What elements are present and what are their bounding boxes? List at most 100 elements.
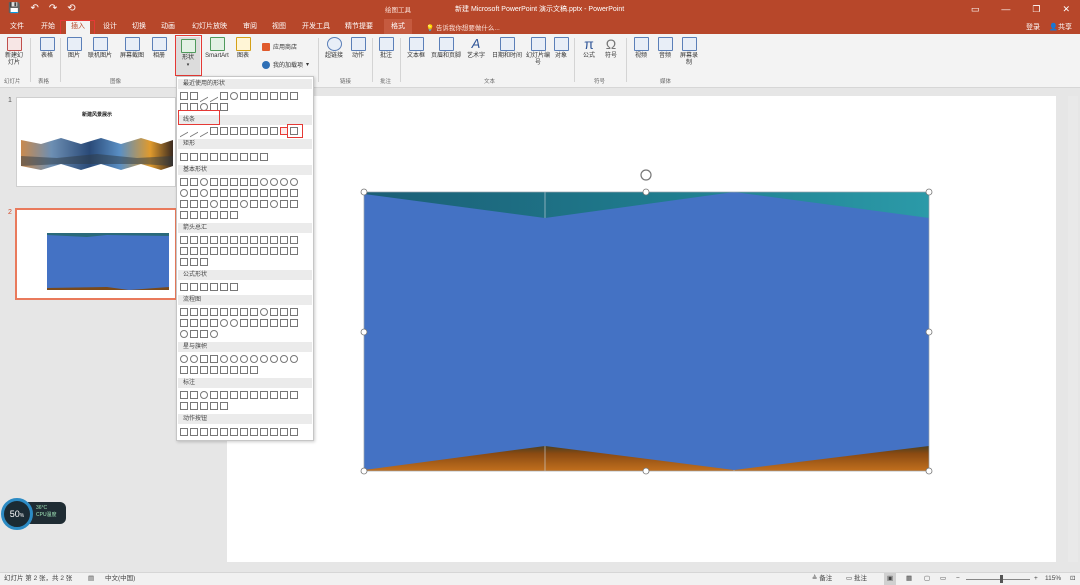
close-icon[interactable]: ✕ [1062, 2, 1070, 16]
slide-thumbnail-1[interactable]: 新建风景展示 [16, 97, 176, 187]
arrow-line-icon[interactable] [190, 124, 198, 138]
elbow-arrow-icon[interactable] [220, 127, 228, 135]
new-slide-button[interactable]: 新建幻灯片 [4, 37, 24, 67]
zoom-level[interactable]: 115% [1045, 573, 1061, 585]
comment-button[interactable]: 批注 [378, 37, 394, 60]
rectangle-shape-icon[interactable] [200, 153, 208, 161]
elbow-connector-icon[interactable] [210, 127, 218, 135]
slide-sorter-icon[interactable]: ▦ [906, 573, 912, 585]
rectangle-shape-icon[interactable] [190, 153, 198, 161]
login-link[interactable]: 登录 [1026, 22, 1040, 32]
double-arrow-line-icon[interactable] [200, 124, 208, 138]
hyperlink-button[interactable]: 超链接 [322, 37, 346, 60]
curved-arrow-icon[interactable] [250, 127, 258, 135]
object-button[interactable]: 对象 [552, 37, 570, 60]
tab-slideshow[interactable]: 幻灯片放映 [192, 21, 227, 32]
connector-shape-icon[interactable] [270, 92, 278, 100]
connector-shape-icon[interactable] [260, 92, 268, 100]
screen-recording-button[interactable]: 屏幕录制 [678, 37, 700, 67]
language-status[interactable]: 中文(中国) [105, 573, 135, 585]
selected-shape-group[interactable] [227, 96, 1056, 562]
spellcheck-icon[interactable]: ▤ [88, 573, 94, 585]
rectangle-shape-icon[interactable] [260, 153, 268, 161]
ribbon-display-icon[interactable]: ▭ [971, 2, 980, 16]
triangle-shape-icon[interactable] [250, 92, 258, 100]
tab-animations[interactable]: 动画 [161, 21, 175, 32]
save-icon[interactable]: 💾 [8, 2, 20, 16]
slide-thumbnail-2[interactable] [15, 208, 177, 300]
rectangle-shape-icon[interactable] [240, 153, 248, 161]
rounded-rect-shape-icon[interactable] [240, 92, 248, 100]
bracket-shape-icon[interactable] [220, 103, 228, 111]
chart-button[interactable]: 图表 [234, 37, 252, 60]
minimize-icon[interactable]: — [1001, 2, 1010, 16]
picture-button[interactable]: 图片 [66, 37, 82, 60]
textbox-button[interactable]: 文本框 [404, 37, 428, 60]
zoom-out-icon[interactable]: − [956, 573, 960, 585]
video-button[interactable]: 视频 [632, 37, 650, 60]
tab-home[interactable]: 开始 [41, 21, 55, 32]
share-button[interactable]: 👤共享 [1049, 22, 1072, 32]
tab-review[interactable]: 审阅 [243, 21, 257, 32]
smartart-button[interactable]: SmartArt [202, 37, 232, 60]
blue-freeform-shape[interactable] [364, 192, 929, 470]
action-button[interactable]: 动作 [350, 37, 366, 60]
curved-double-arrow-icon[interactable] [260, 127, 268, 135]
slideshow-view-icon[interactable]: ▭ [940, 573, 946, 585]
comments-button[interactable]: ▭ 批注 [846, 573, 867, 585]
rectangle-shape-icon[interactable] [220, 153, 228, 161]
undo-icon[interactable]: ↶ [30, 2, 38, 16]
line-shape-icon[interactable] [180, 124, 188, 138]
line-shape-icon[interactable] [200, 89, 208, 103]
rectangle-shape-icon[interactable] [180, 153, 188, 161]
zoom-slider-thumb[interactable] [1000, 575, 1003, 583]
slide-number-button[interactable]: 幻灯片编号 [526, 37, 550, 67]
table-button[interactable]: 表格 [38, 37, 56, 60]
album-button[interactable]: 相册 [150, 37, 168, 60]
slide-canvas[interactable] [227, 96, 1056, 562]
elbow-double-arrow-icon[interactable] [230, 127, 238, 135]
tab-format[interactable]: 格式 [384, 19, 412, 34]
tab-outline[interactable]: 精节提要 [345, 21, 373, 32]
header-footer-button[interactable]: 页眉和页脚 [430, 37, 462, 60]
normal-view-icon[interactable]: ▣ [884, 573, 897, 585]
tab-developer[interactable]: 开发工具 [302, 21, 330, 32]
wordart-button[interactable]: A 艺术字 [464, 37, 488, 60]
tell-me-search[interactable]: 💡 告诉我你想要做什么... [426, 22, 500, 32]
online-picture-button[interactable]: 联机图片 [86, 37, 114, 60]
textbox-shape-icon[interactable] [190, 92, 198, 100]
rectangle-shape-icon[interactable] [250, 153, 258, 161]
vertical-scrollbar[interactable] [1068, 96, 1078, 562]
tab-file[interactable]: 文件 [10, 21, 24, 32]
arrow-shape-icon[interactable] [290, 92, 298, 100]
redo-icon[interactable]: ↷ [49, 2, 57, 16]
store-button[interactable]: 应用商店 [262, 42, 297, 51]
tab-transitions[interactable]: 切换 [132, 21, 146, 32]
fit-slide-icon[interactable]: ⊡ [1070, 573, 1075, 585]
zoom-slider[interactable] [966, 579, 1030, 580]
curved-connector-icon[interactable] [240, 127, 248, 135]
datetime-button[interactable]: 日期和时间 [490, 37, 524, 60]
curve-icon[interactable] [270, 127, 278, 135]
restore-icon[interactable]: ❐ [1032, 2, 1040, 16]
my-addins-button[interactable]: 我的加载项 ▾ [262, 60, 309, 69]
reading-view-icon[interactable]: ▢ [924, 573, 930, 585]
oval-shape-icon[interactable] [230, 92, 238, 100]
screenshot-button[interactable]: 屏幕截图 [118, 37, 146, 60]
tab-view[interactable]: 视图 [272, 21, 286, 32]
zoom-in-icon[interactable]: + [1034, 573, 1038, 585]
line-shape-icon[interactable] [210, 89, 218, 103]
repeat-icon[interactable]: ⟲ [67, 2, 75, 16]
rectangle-shape-icon[interactable] [230, 153, 238, 161]
audio-button[interactable]: 音频 [656, 37, 674, 60]
notes-button[interactable]: ≜ 备注 [812, 573, 832, 585]
rectangle-shape-icon[interactable] [220, 92, 228, 100]
textbox-shape-icon[interactable] [180, 92, 188, 100]
arrow-shape-icon[interactable] [280, 92, 288, 100]
tab-design[interactable]: 设计 [103, 21, 117, 32]
cpu-monitor-widget[interactable]: 36°C CPU温度 50% [0, 497, 66, 530]
equation-button[interactable]: π 公式 [580, 37, 598, 60]
rotate-handle-icon[interactable] [640, 169, 652, 181]
rectangle-shape-icon[interactable] [210, 153, 218, 161]
symbol-button[interactable]: Ω 符号 [602, 37, 620, 60]
